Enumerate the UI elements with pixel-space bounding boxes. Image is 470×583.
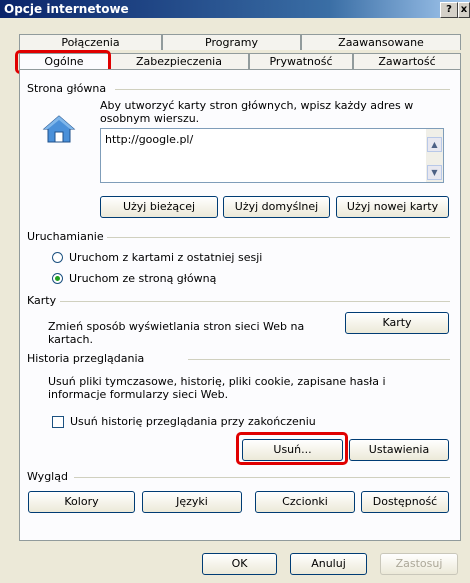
fonts-button[interactable]: Czcionki — [255, 491, 355, 513]
delete-on-exit-checkbox[interactable] — [52, 416, 64, 428]
appearance-section-label: Wygląd — [27, 470, 68, 483]
history-description: Usuń pliki tymczasowe, historię, pliki c… — [48, 375, 386, 401]
close-button[interactable]: x — [458, 2, 470, 18]
cancel-button[interactable]: Anuluj — [290, 553, 367, 575]
tabs-settings-button[interactable]: Karty — [345, 312, 449, 334]
scroll-up-icon[interactable]: ▲ — [427, 137, 442, 152]
help-button[interactable]: ? — [440, 2, 458, 18]
tabs-section-label: Karty — [27, 294, 57, 307]
scroll-down-icon[interactable]: ▼ — [427, 165, 442, 180]
startup-divider — [107, 237, 450, 238]
home-page-url-value: http://google.pl/ — [105, 133, 194, 146]
radio-last-session-label: Uruchom z kartami z ostatniej sesji — [69, 251, 263, 264]
radio-last-session[interactable] — [52, 252, 63, 263]
use-current-button[interactable]: Użyj bieżącej — [100, 196, 218, 218]
tab-security[interactable]: Zabezpieczenia — [109, 53, 249, 69]
radio-home-page-label: Uruchom ze stroną główną — [69, 272, 217, 285]
history-section-label: Historia przeglądania — [27, 352, 145, 365]
tab-content[interactable]: Zawartość — [353, 53, 461, 69]
startup-section-label: Uruchamianie — [27, 230, 104, 243]
window-title: Opcje internetowe — [4, 2, 129, 16]
use-new-tab-button[interactable]: Użyj nowej karty — [336, 196, 449, 218]
appearance-divider — [74, 477, 450, 478]
tab-connections[interactable]: Połączenia — [19, 34, 162, 50]
history-settings-button[interactable]: Ustawienia — [349, 439, 449, 461]
delete-history-button[interactable]: Usuń... — [242, 439, 343, 461]
internet-options-dialog: Opcje internetowe ? x Połączenia Program… — [0, 0, 470, 583]
colors-button[interactable]: Kolory — [28, 491, 135, 513]
history-divider — [188, 359, 450, 360]
languages-button[interactable]: Języki — [142, 491, 242, 513]
home-page-icon — [42, 115, 76, 143]
delete-on-exit-label: Usuń historię przeglądania przy zakończe… — [70, 415, 316, 428]
home-page-url-field[interactable]: http://google.pl/ ▲ ▼ — [100, 128, 444, 183]
tab-privacy[interactable]: Prywatność — [249, 53, 353, 69]
home-page-description: Aby utworzyć karty stron głównych, wpisz… — [100, 99, 414, 125]
accessibility-button[interactable]: Dostępność — [361, 491, 449, 513]
tab-advanced[interactable]: Zaawansowane — [301, 34, 461, 50]
radio-home-page[interactable] — [52, 273, 63, 284]
ok-button[interactable]: OK — [202, 553, 277, 575]
url-field-scrollbar[interactable]: ▲ ▼ — [426, 129, 443, 182]
tabs-divider — [60, 301, 450, 302]
apply-button[interactable]: Zastosuj — [380, 553, 458, 575]
use-default-button[interactable]: Użyj domyślnej — [223, 196, 330, 218]
tab-general[interactable]: Ogólne — [19, 53, 109, 70]
tab-programs[interactable]: Programy — [162, 34, 301, 50]
title-bar[interactable]: Opcje internetowe ? x — [0, 0, 470, 18]
radio-selected-dot — [55, 276, 60, 281]
home-page-divider — [115, 89, 450, 90]
home-page-section-label: Strona główna — [27, 82, 107, 95]
tabs-description: Zmień sposób wyświetlania stron sieci We… — [48, 320, 305, 346]
